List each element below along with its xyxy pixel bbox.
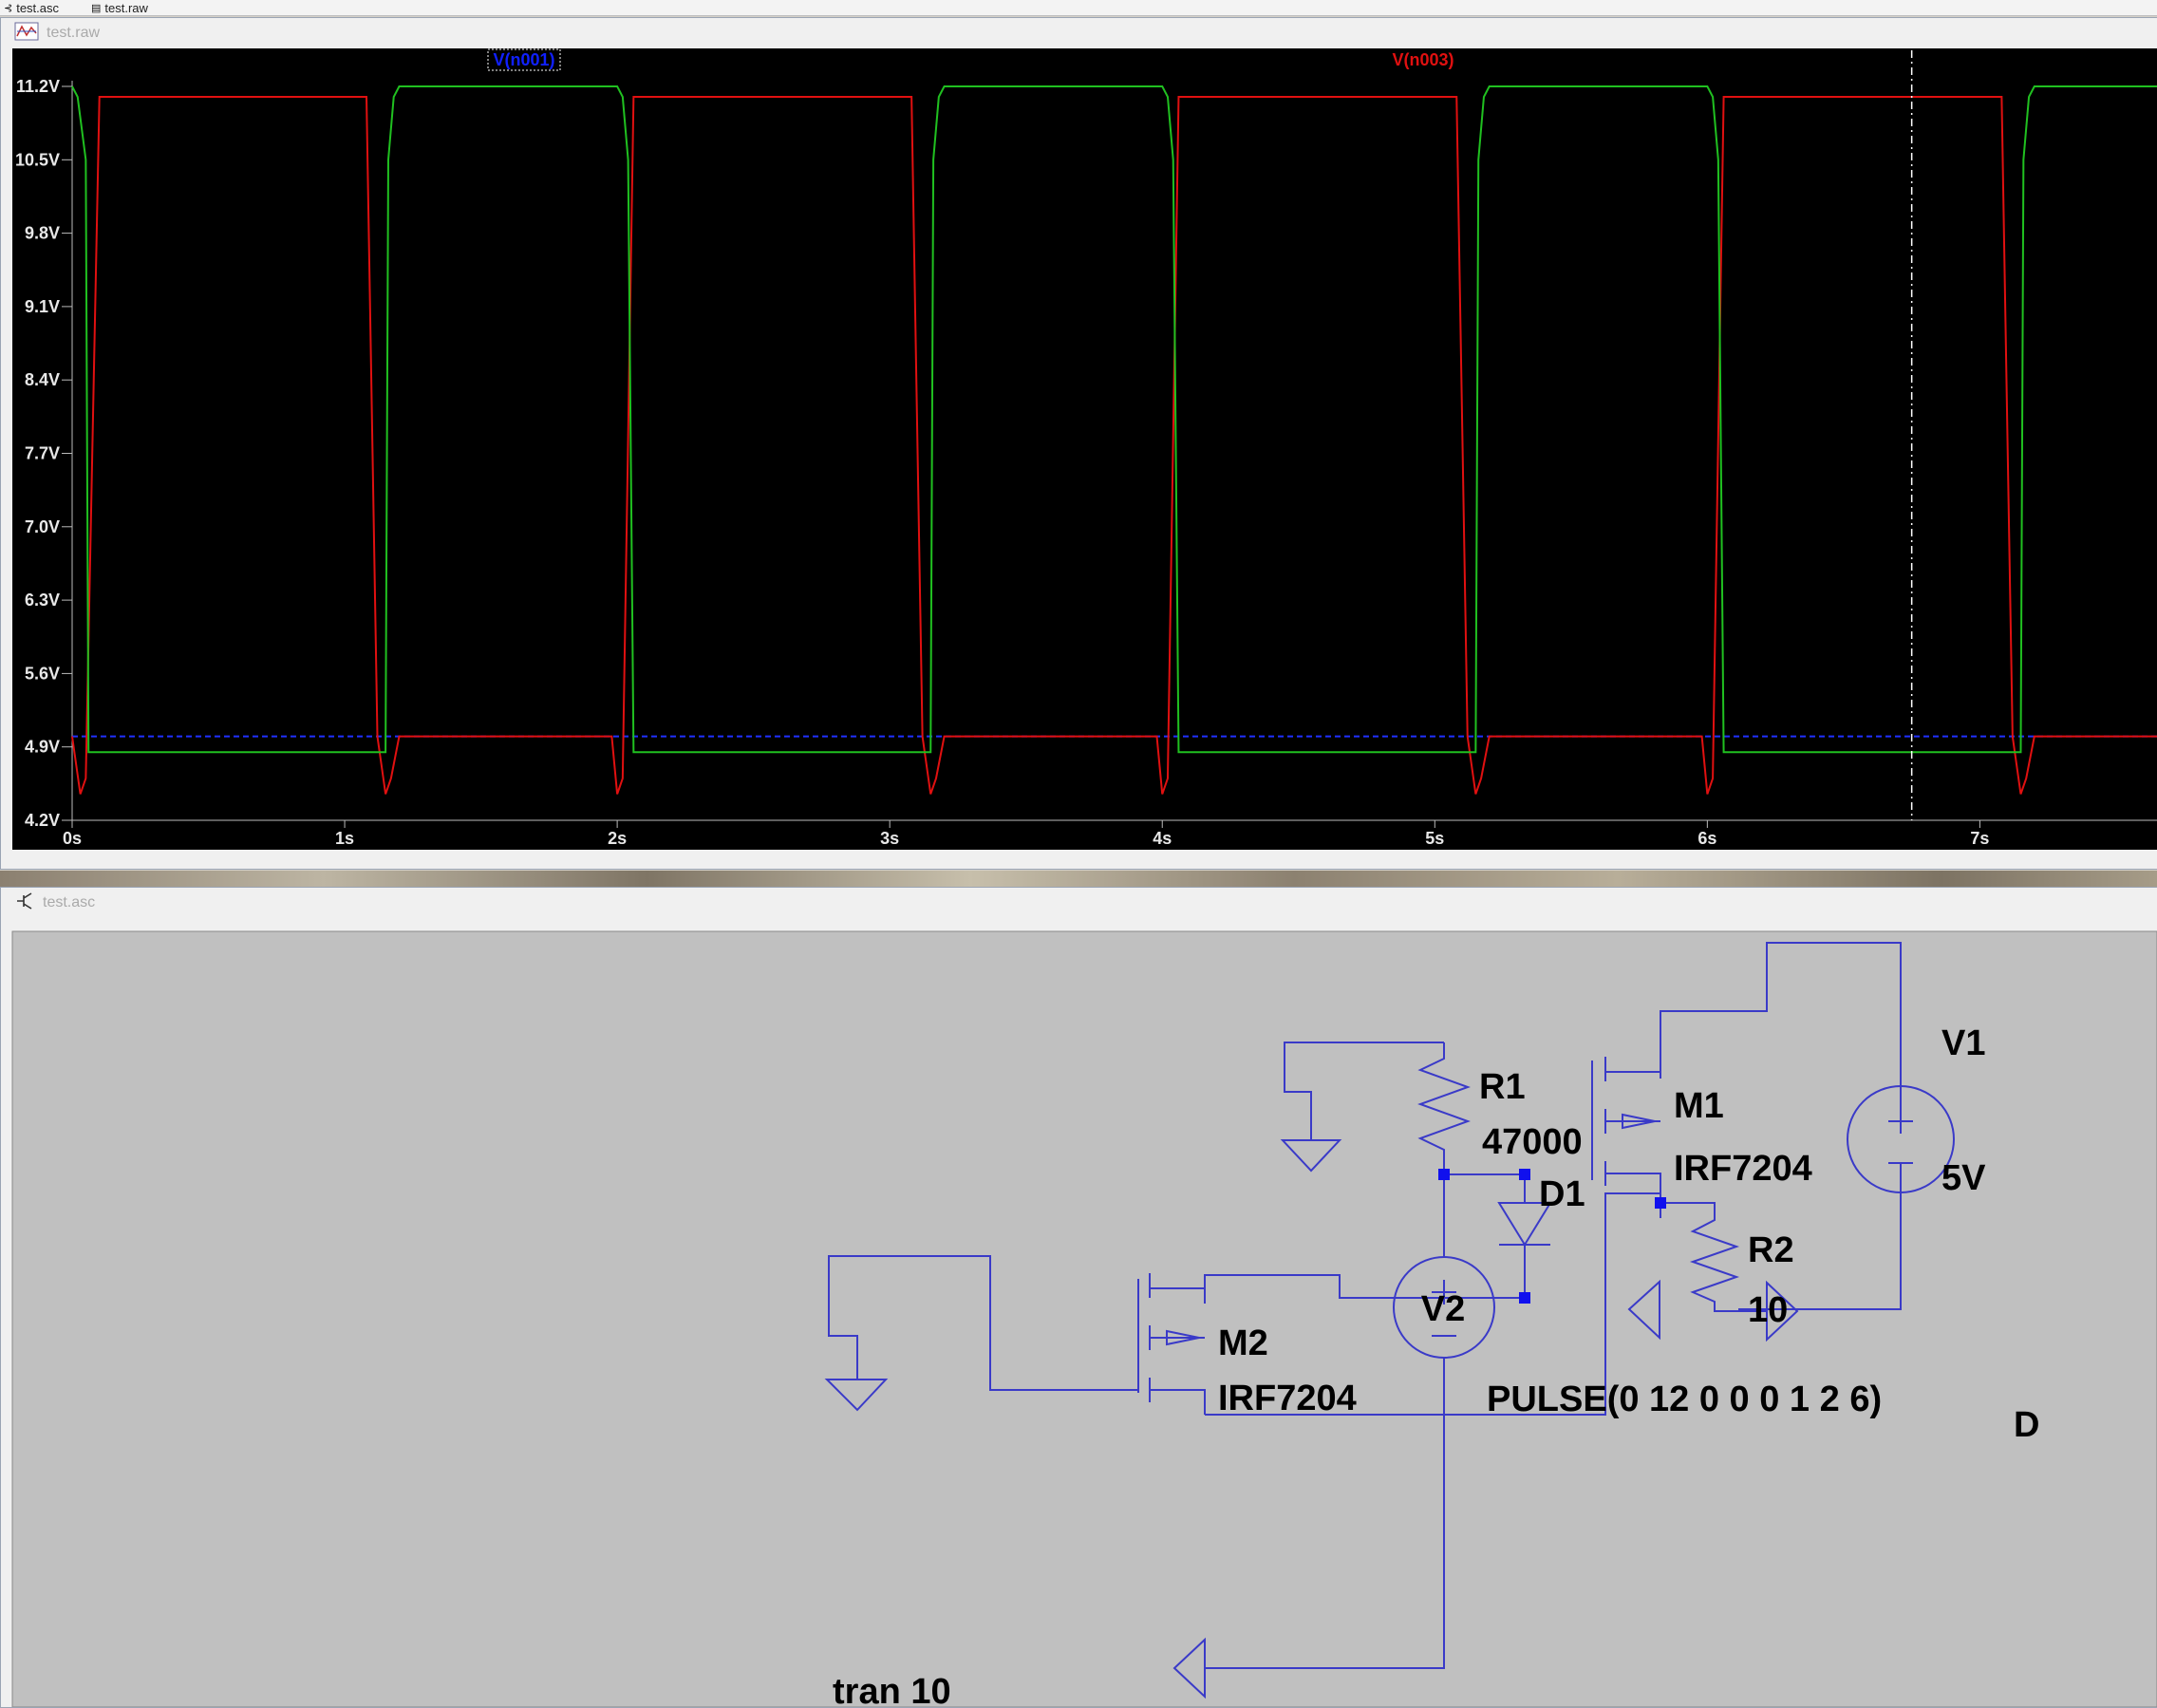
tab-test-asc[interactable]: ⊰ test.asc [4,0,59,15]
x-tick-label: 0s [63,829,82,848]
tab-test-raw[interactable]: ▤ test.raw [91,0,148,15]
junction-dot [1438,1169,1450,1180]
x-tick-label: 6s [1697,829,1716,848]
waveform-plot[interactable]: 11.2V 10.5V 9.8V 9.1V 8.4V 7.7V 7.0V 6.3V 5.6V 4.… [1,48,2157,867]
m2-value[interactable]: IRF7204 [1218,1379,1357,1418]
x-tick-label: 3s [880,829,899,848]
waveform-window-titlebar[interactable]: test.raw [1,18,2157,48]
junction-dot [1655,1197,1666,1209]
d1-name[interactable]: D1 [1539,1174,1585,1214]
m1-name[interactable]: M1 [1674,1086,1724,1126]
x-tick-label: 1s [335,829,354,848]
schematic-window-titlebar[interactable]: test.asc [1,888,2157,918]
tab-label: test.asc [16,0,60,15]
waveform-window: test.raw 11.2V 10.5V 9.8V 9.1V 8.4V 7.7V 7.0V 6… [0,17,2157,870]
v2-value[interactable]: PULSE(0 12 0 0 0 1 2 6) [1487,1380,1882,1419]
y-tick-label: 7.0V [25,517,60,536]
v1-value[interactable]: 5V [1941,1158,1986,1198]
document-tab-strip: ⊰ test.asc ▤ test.raw [0,0,2157,16]
y-tick-label: 9.1V [25,297,60,316]
waveform-window-title: test.raw [47,25,101,41]
trace-label-text: V(n001) [493,50,554,69]
v1-name[interactable]: V1 [1941,1023,1985,1063]
plot-frame [12,48,2157,850]
schematic-window-title: test.asc [43,894,96,910]
x-tick-label: 4s [1153,829,1172,848]
spice-directive[interactable]: tran 10 [833,1672,951,1707]
schematic-window: test.asc R1 47000 D1 M1 IRF7204 V1 5V R2… [0,887,2157,1708]
y-tick-label: 8.4V [25,370,60,389]
x-tick-label: 7s [1970,829,1989,848]
tab-label: test.raw [104,0,148,15]
net-label-d[interactable]: D [2014,1405,2039,1445]
y-tick-label: 4.2V [25,811,60,830]
y-tick-label: 6.3V [25,591,60,610]
junction-dot [1519,1292,1530,1304]
schematic-icon [14,892,35,915]
waveform-icon: ▤ [91,2,102,14]
waveform-icon [14,22,39,46]
x-tick-label: 5s [1425,829,1444,848]
y-tick-label: 9.8V [25,224,60,243]
trace-label-v-n003[interactable]: V(n003) [1392,50,1454,69]
m1-value[interactable]: IRF7204 [1674,1149,1812,1189]
r2-name[interactable]: R2 [1748,1230,1794,1270]
desktop-background [0,871,2157,887]
y-tick-label: 7.7V [25,444,60,463]
y-tick-label: 5.6V [25,664,60,683]
junction-dot [1519,1169,1530,1180]
x-tick-label: 2s [608,829,627,848]
trace-label-v-n001[interactable]: V(n001) [487,48,561,71]
m2-name[interactable]: M2 [1218,1323,1268,1363]
schematic-canvas[interactable]: R1 47000 D1 M1 IRF7204 V1 5V R2 10 M2 IR… [1,918,2157,1707]
v2-name[interactable]: V2 [1421,1289,1465,1329]
y-tick-label: 11.2V [16,77,60,96]
y-tick-label: 4.9V [25,738,60,757]
r1-name[interactable]: R1 [1479,1067,1526,1107]
r2-value[interactable]: 10 [1748,1290,1788,1330]
y-tick-label: 10.5V [15,150,60,169]
schematic-icon: ⊰ [4,2,13,14]
r1-value[interactable]: 47000 [1482,1122,1583,1162]
